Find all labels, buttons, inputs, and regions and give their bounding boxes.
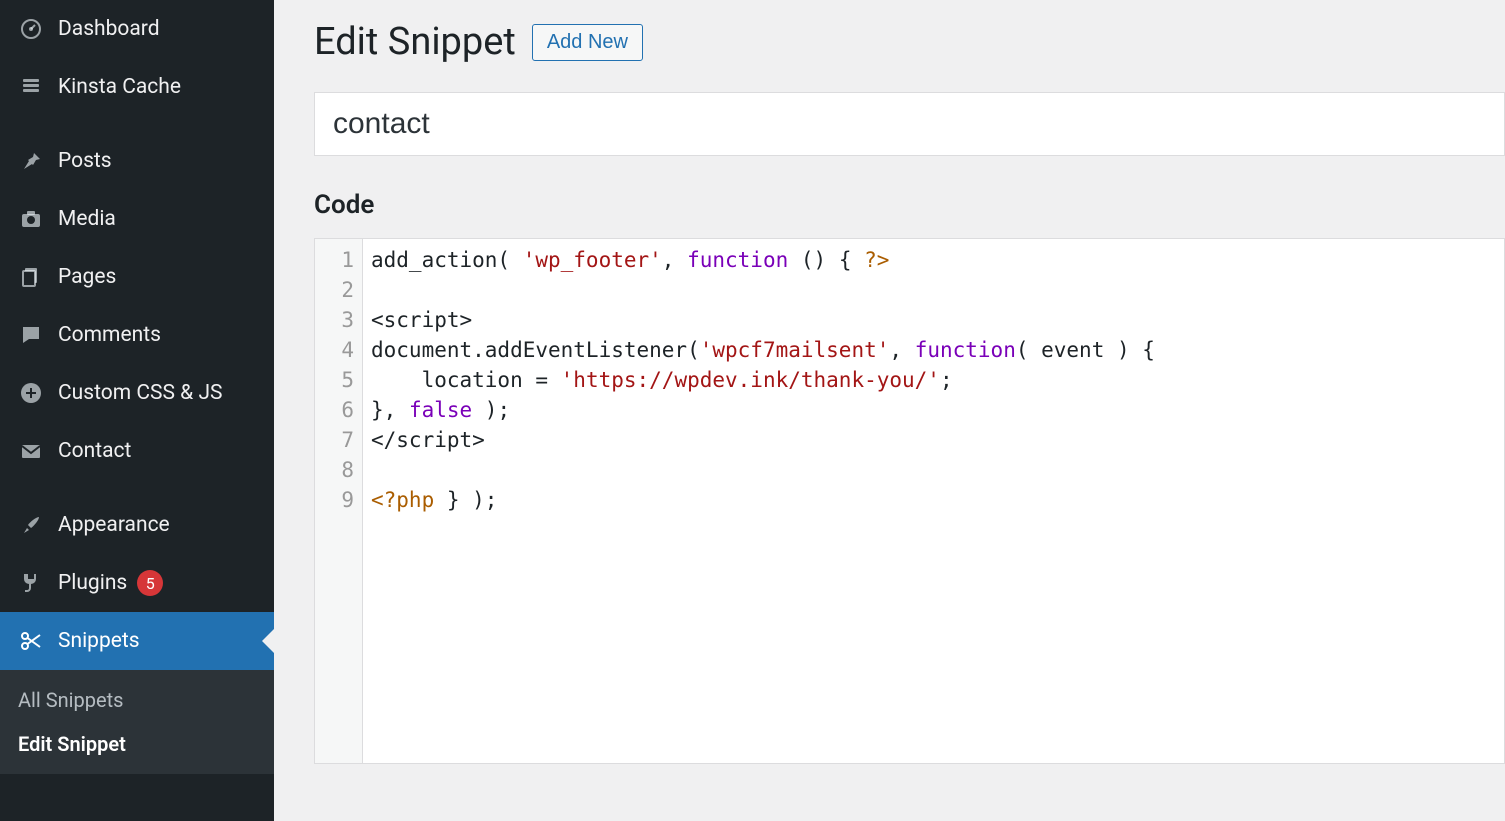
main-content: Edit Snippet Add New Code 123456789 add_… — [274, 0, 1505, 821]
line-number: 2 — [315, 275, 354, 305]
plug-icon — [16, 571, 46, 595]
sidebar-item-dashboard[interactable]: Dashboard — [0, 0, 274, 58]
sidebar-item-snippets[interactable]: Snippets — [0, 612, 274, 670]
sidebar-item-label: Appearance — [58, 513, 170, 537]
server-icon — [16, 75, 46, 99]
sidebar-item-label: Kinsta Cache — [58, 75, 181, 99]
sidebar-item-comments[interactable]: Comments — [0, 306, 274, 364]
code-line[interactable] — [371, 455, 1155, 485]
heading-row: Edit Snippet Add New — [314, 20, 1505, 64]
page-title: Edit Snippet — [314, 20, 516, 64]
line-number: 6 — [315, 395, 354, 425]
brush-icon — [16, 513, 46, 537]
sidebar-item-label: Plugins — [58, 571, 127, 595]
line-number: 9 — [315, 485, 354, 515]
code-editor[interactable]: 123456789 add_action( 'wp_footer', funct… — [314, 238, 1505, 764]
line-number: 4 — [315, 335, 354, 365]
snippet-title-input[interactable] — [314, 92, 1505, 156]
line-number: 8 — [315, 455, 354, 485]
code-area[interactable]: add_action( 'wp_footer', function () { ?… — [363, 239, 1165, 763]
submenu-item-all-snippets[interactable]: All Snippets — [0, 678, 274, 722]
camera-icon — [16, 207, 46, 231]
sidebar-item-pages[interactable]: Pages — [0, 248, 274, 306]
sidebar-item-plugins[interactable]: Plugins 5 — [0, 554, 274, 612]
line-number: 3 — [315, 305, 354, 335]
scissors-icon — [16, 629, 46, 653]
submenu-item-edit-snippet[interactable]: Edit Snippet — [0, 722, 274, 766]
sidebar-item-media[interactable]: Media — [0, 190, 274, 248]
sidebar-item-label: Posts — [58, 149, 112, 173]
sidebar-item-kinsta-cache[interactable]: Kinsta Cache — [0, 58, 274, 116]
line-number: 7 — [315, 425, 354, 455]
code-line[interactable]: add_action( 'wp_footer', function () { ?… — [371, 245, 1155, 275]
pages-icon — [16, 265, 46, 289]
sidebar-item-label: Contact — [58, 439, 131, 463]
line-number: 5 — [315, 365, 354, 395]
sidebar-item-label: Media — [58, 207, 116, 231]
line-gutter: 123456789 — [315, 239, 363, 763]
line-number: 1 — [315, 245, 354, 275]
sidebar-item-label: Dashboard — [58, 17, 160, 41]
plus-circle-icon — [16, 381, 46, 405]
code-line[interactable]: <script> — [371, 305, 1155, 335]
code-line[interactable]: location = 'https://wpdev.ink/thank-you/… — [371, 365, 1155, 395]
sidebar-item-label: Custom CSS & JS — [58, 381, 223, 405]
sidebar-item-label: Pages — [58, 265, 116, 289]
sidebar-item-appearance[interactable]: Appearance — [0, 496, 274, 554]
sidebar-item-label: Comments — [58, 323, 161, 347]
update-badge: 5 — [137, 570, 163, 596]
sidebar-item-contact[interactable]: Contact — [0, 422, 274, 480]
code-line[interactable]: <?php } ); — [371, 485, 1155, 515]
gauge-icon — [16, 17, 46, 41]
code-line[interactable]: document.addEventListener('wpcf7mailsent… — [371, 335, 1155, 365]
admin-sidebar: Dashboard Kinsta Cache Posts Media Pages Comm… — [0, 0, 274, 821]
code-line[interactable]: </script> — [371, 425, 1155, 455]
sidebar-item-label: Snippets — [58, 629, 140, 653]
envelope-icon — [16, 439, 46, 463]
add-new-button[interactable]: Add New — [532, 24, 643, 61]
code-heading: Code — [314, 190, 1505, 220]
code-line[interactable] — [371, 275, 1155, 305]
comment-icon — [16, 323, 46, 347]
sidebar-item-custom-css-js[interactable]: Custom CSS & JS — [0, 364, 274, 422]
sidebar-submenu: All SnippetsEdit Snippet — [0, 670, 274, 774]
sidebar-item-posts[interactable]: Posts — [0, 132, 274, 190]
pushpin-icon — [16, 149, 46, 173]
code-line[interactable]: }, false ); — [371, 395, 1155, 425]
